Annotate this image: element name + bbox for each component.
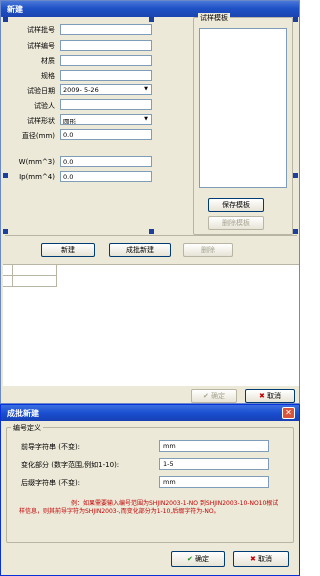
grid-cell[interactable] [13,265,57,276]
ip-label: Ip(mm^4) [19,173,55,181]
grid-cell[interactable] [13,276,57,287]
dialog-ok-button[interactable]: ✔ 确定 [171,551,225,567]
material-label: 材质 [41,57,55,65]
batch-number-input[interactable] [60,24,152,35]
new-specimen-window: 新建 试样批号 试样编号 材质 规格 试验日期 2009- 5-26 ▼ 试验人… [0,0,300,404]
selection-handle[interactable] [3,229,8,234]
suffix-label: 后缀字符串 (不变): [21,479,81,487]
shape-label: 试样形状 [27,117,55,125]
close-icon[interactable]: ✕ [282,407,295,419]
new-button[interactable]: 新建 [41,243,95,257]
selection-handle[interactable] [149,229,154,234]
ok-button[interactable]: ✔ 确定 [191,389,237,403]
example-text: 例：如果需要输入编号范围为SHJIN2003-1-NO 到SHJIN2003-1… [19,500,279,515]
save-template-button[interactable]: 保存模板 [208,198,264,212]
prefix-label: 前导字符串 (不变): [21,443,81,451]
cancel-label: 取消 [267,392,282,400]
batch-new-button[interactable]: 成批新建 [109,243,171,257]
dialog-ok-label: 确定 [195,555,210,563]
dropdown-arrow-icon[interactable]: ▼ [142,116,150,123]
tester-label: 试验人 [34,102,55,110]
check-icon: ✔ [202,392,209,400]
selection-handle[interactable] [293,173,298,178]
grid-cell[interactable] [3,265,13,276]
template-list[interactable] [199,28,287,188]
tester-input[interactable] [60,99,152,110]
delete-button[interactable]: 删除 [183,243,233,257]
dropdown-arrow-icon[interactable]: ▼ [142,86,150,93]
test-date-label: 试验日期 [27,87,55,95]
dialog-cancel-label: 取消 [258,555,273,563]
variable-part-label: 变化部分 (数字范围,例如1-10): [21,461,120,469]
dialog-title: 成批新建 [1,405,299,421]
template-group: 试样模板 保存模板 删除模板 [193,13,293,235]
shape-select[interactable]: 圆形 ▼ [60,114,152,125]
grid-cell[interactable] [3,276,13,287]
selection-handle[interactable] [293,17,298,22]
diameter-label: 直径(mm) [21,132,55,140]
cancel-button[interactable]: ✖ 取消 [245,389,295,403]
diameter-input[interactable]: 0.0 [60,129,152,140]
test-date-value: 2009- 5-26 [63,86,99,94]
close-icon: ✖ [258,392,265,400]
divider [5,235,297,236]
delete-template-button[interactable]: 删除模板 [208,216,264,230]
close-icon: ✖ [249,555,256,563]
specimen-number-label: 试样编号 [27,42,55,50]
suffix-input[interactable]: mm [159,476,269,488]
template-group-title: 试样模板 [198,13,230,23]
material-input[interactable] [60,55,152,66]
numbering-group-title: 编号定义 [11,423,43,433]
spec-input[interactable] [60,70,152,81]
dialog-cancel-button[interactable]: ✖ 取消 [233,551,289,567]
ok-label: 确定 [211,392,226,400]
selection-handle[interactable] [293,229,298,234]
selection-handle[interactable] [3,173,8,178]
check-icon: ✔ [186,555,193,563]
w-input[interactable]: 0.0 [60,156,152,167]
specimen-grid[interactable] [3,264,299,386]
ip-input[interactable]: 0.0 [60,171,152,182]
window-title: 新建 [1,1,299,17]
batch-number-label: 试样批号 [27,26,55,34]
test-date-picker[interactable]: 2009- 5-26 ▼ [60,84,152,95]
w-label: W(mm^3) [18,158,55,166]
prefix-input[interactable]: mm [159,440,269,452]
selection-handle[interactable] [149,17,154,22]
selection-handle[interactable] [3,17,8,22]
variable-part-input[interactable]: 1-5 [159,458,269,470]
shape-value: 圆形 [63,118,76,125]
spec-label: 规格 [41,72,55,80]
numbering-group: 编号定义 前导字符串 (不变): mm 变化部分 (数字范围,例如1-10): … [6,423,294,543]
batch-new-dialog: 成批新建 ✕ 编号定义 前导字符串 (不变): mm 变化部分 (数字范围,例如… [0,404,300,576]
specimen-number-input[interactable] [60,40,152,51]
